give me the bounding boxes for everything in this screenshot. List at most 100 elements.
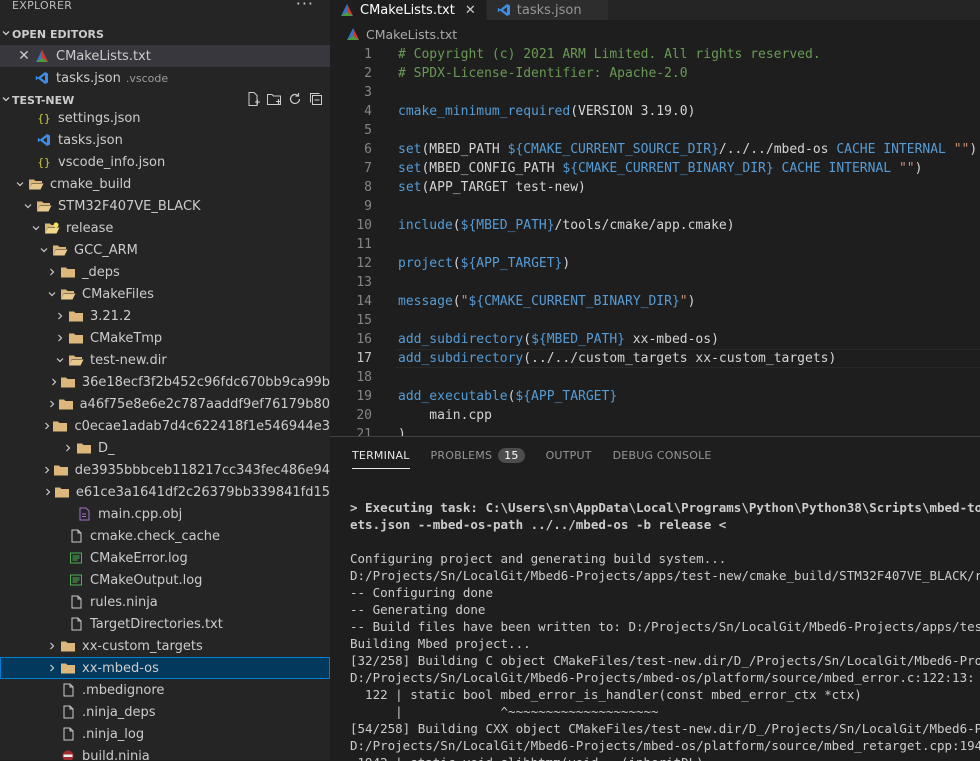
- code-line[interactable]: 17 add_subdirectory(../../custom_targets …: [330, 349, 980, 368]
- tree-item[interactable]: rules.ninja: [0, 591, 330, 613]
- code-line[interactable]: 1 # Copyright (c) 2021 ARM Limited. All r…: [330, 45, 980, 64]
- code-token: ${APP_TARGET}: [460, 256, 563, 271]
- chevron-right-icon[interactable]: [42, 462, 53, 478]
- chevron-down-icon[interactable]: [52, 352, 68, 368]
- tree-item[interactable]: 36e18ecf3f2b452c96fdc670bb9ca99b: [0, 371, 330, 393]
- line-number: 10: [356, 218, 372, 233]
- code-line[interactable]: 7 set(MBED_CONFIG_PATH ${CMAKE_CURRENT_BI…: [330, 159, 980, 178]
- tree-item[interactable]: xx-custom_targets: [0, 635, 330, 657]
- open-editor-item[interactable]: ✕ CMakeLists.txt: [0, 45, 330, 67]
- tree-item[interactable]: .ninja_deps: [0, 701, 330, 723]
- tree-item[interactable]: CMakeTmp: [0, 327, 330, 349]
- chevron-right-icon[interactable]: [43, 484, 54, 500]
- tree-item[interactable]: 3.21.2: [0, 305, 330, 327]
- tree-item[interactable]: _deps: [0, 261, 330, 283]
- more-actions-icon[interactable]: ···: [296, 0, 314, 13]
- open-editor-item[interactable]: tasks.json .vscode: [0, 67, 330, 89]
- panel-tab-output[interactable]: OUTPUT: [546, 437, 592, 473]
- tree-item[interactable]: release: [0, 217, 330, 239]
- code-line[interactable]: 4 cmake_minimum_required(VERSION 3.19.0): [330, 102, 980, 121]
- tree-item[interactable]: c0ecae1adab7d4c622418f1e546944e3: [0, 415, 330, 437]
- code-line[interactable]: 15: [330, 311, 980, 330]
- code-line[interactable]: 13: [330, 273, 980, 292]
- tree-item[interactable]: build.ninja: [0, 745, 330, 760]
- chevron-right-icon[interactable]: [52, 308, 68, 324]
- file-icon: [68, 594, 84, 610]
- breadcrumb-file[interactable]: CMakeLists.txt: [366, 27, 457, 42]
- open-editors-header[interactable]: OPEN EDITORS: [0, 23, 330, 45]
- code-line[interactable]: 18: [330, 368, 980, 387]
- tree-item[interactable]: .ninja_log: [0, 723, 330, 745]
- folder-icon: [58, 396, 74, 412]
- chevron-down-icon[interactable]: [44, 286, 60, 302]
- close-icon[interactable]: ✕: [465, 3, 476, 18]
- chevron-right-icon[interactable]: [47, 374, 60, 390]
- code-line[interactable]: 5: [330, 121, 980, 140]
- tree-item-label: GCC_ARM: [74, 242, 138, 258]
- chevron-right-icon[interactable]: [44, 660, 60, 676]
- chevron-right-icon[interactable]: [60, 440, 76, 456]
- chevron-right-icon[interactable]: [41, 418, 52, 434]
- code-token: ): [969, 142, 978, 157]
- tree-item[interactable]: main.cpp.obj: [0, 503, 330, 525]
- chevron-down-icon[interactable]: [36, 242, 52, 258]
- code-line[interactable]: 20 main.cpp: [330, 406, 980, 425]
- code-text: main.cpp: [398, 406, 492, 425]
- chevron-right-icon[interactable]: [44, 638, 60, 654]
- tree-item[interactable]: tasks.json: [0, 129, 330, 151]
- line-number: 21: [356, 427, 372, 436]
- tree-item[interactable]: a46f75e8e6e2c787aaddf9ef76179b80: [0, 393, 330, 415]
- tree-item[interactable]: de3935bbbceb118217cc343fec486e94: [0, 459, 330, 481]
- chevron-right-icon[interactable]: [45, 396, 57, 412]
- code-text: message("${CMAKE_CURRENT_BINARY_DIR}"): [398, 292, 695, 311]
- tree-item[interactable]: cmake_build: [0, 173, 330, 195]
- panel-tab-terminal[interactable]: TERMINAL: [352, 437, 410, 473]
- tree-item[interactable]: STM32F407VE_BLACK: [0, 195, 330, 217]
- line-number: 5: [364, 123, 372, 138]
- tree-item[interactable]: D_: [0, 437, 330, 459]
- tree-item[interactable]: {} vscode_info.json: [0, 151, 330, 173]
- code-line[interactable]: 8 set(APP_TARGET test-new): [330, 178, 980, 197]
- editor-tab[interactable]: CMakeLists.txt ✕: [330, 0, 487, 20]
- tree-item[interactable]: TargetDirectories.txt: [0, 613, 330, 635]
- code-line[interactable]: 12 project(${APP_TARGET}): [330, 254, 980, 273]
- code-line[interactable]: 11: [330, 235, 980, 254]
- code-line[interactable]: 2 # SPDX-License-Identifier: Apache-2.0: [330, 64, 980, 83]
- tree-item[interactable]: e61ce3a1641df2c26379bb339841fd15: [0, 481, 330, 503]
- tree-item[interactable]: CMakeOutput.log: [0, 569, 330, 591]
- chevron-right-icon[interactable]: [52, 330, 68, 346]
- panel-tab-debug-console[interactable]: DEBUG CONSOLE: [613, 437, 712, 473]
- code-line[interactable]: 14 message("${CMAKE_CURRENT_BINARY_DIR}"): [330, 292, 980, 311]
- code-line[interactable]: 21): [330, 425, 980, 436]
- breadcrumb[interactable]: CMakeLists.txt: [330, 24, 457, 44]
- editor-tabs: CMakeLists.txt ✕ tasks.json: [330, 0, 980, 20]
- tree-item[interactable]: test-new.dir: [0, 349, 330, 371]
- chevron-down-icon[interactable]: [28, 220, 44, 236]
- terminal-line: -- Configuring done: [350, 585, 493, 600]
- tree-item[interactable]: xx-mbed-os: [0, 657, 330, 679]
- tree-item[interactable]: .mbedignore: [0, 679, 330, 701]
- terminal-line: | ^~~~~~~~~~~~~~~~~~~~~: [350, 704, 659, 719]
- close-icon[interactable]: ✕: [17, 48, 31, 64]
- chevron-down-icon[interactable]: [12, 176, 28, 192]
- tree-item[interactable]: cmake.check_cache: [0, 525, 330, 547]
- line-number: 11: [356, 237, 372, 252]
- tree-item[interactable]: CMakeFiles: [0, 283, 330, 305]
- tree-item[interactable]: GCC_ARM: [0, 239, 330, 261]
- editor-tab[interactable]: tasks.json: [486, 0, 609, 20]
- chevron-down-icon[interactable]: [20, 198, 36, 214]
- tree-item[interactable]: {} settings.json: [0, 107, 330, 129]
- tree-item[interactable]: CMakeError.log: [0, 547, 330, 569]
- code-line[interactable]: 19 add_executable(${APP_TARGET}: [330, 387, 980, 406]
- code-line[interactable]: 9: [330, 197, 980, 216]
- code-line[interactable]: 10 include(${MBED_PATH}/tools/cmake/app.c…: [330, 216, 980, 235]
- code-line[interactable]: 6 set(MBED_PATH ${CMAKE_CURRENT_SOURCE_DI…: [330, 140, 980, 159]
- ninja-file-icon: [60, 748, 76, 760]
- chevron-right-icon[interactable]: [44, 264, 60, 280]
- code-line[interactable]: 3: [330, 83, 980, 102]
- panel-tab-problems[interactable]: PROBLEMS 15: [431, 437, 525, 473]
- code-line[interactable]: 16 add_subdirectory(${MBED_PATH} xx-mbed-…: [330, 330, 980, 349]
